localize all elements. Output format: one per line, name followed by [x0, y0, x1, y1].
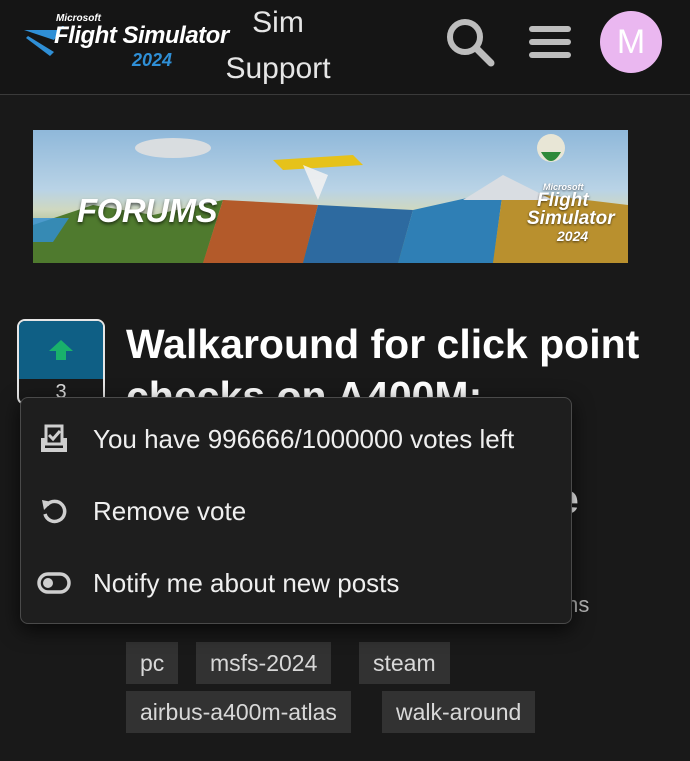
search-icon	[447, 19, 495, 67]
menu-item-votes-left-label: You have 996666/1000000 votes left	[93, 423, 515, 454]
hamburger-menu-icon	[529, 26, 571, 58]
logo-year: 2024	[132, 50, 173, 70]
tag-steam[interactable]: steam	[359, 642, 450, 684]
undo-icon	[37, 494, 71, 528]
vote-button[interactable]	[19, 321, 103, 379]
menu-item-remove-vote[interactable]: Remove vote	[21, 479, 571, 543]
tag-pc[interactable]: pc	[126, 642, 179, 684]
user-avatar[interactable]: M	[600, 11, 662, 73]
ballot-box-icon	[37, 422, 71, 456]
site-header: Microsoft Flight Simulator 2024 Sim Supp…	[0, 0, 690, 95]
tag-msfs-2024[interactable]: msfs-2024	[196, 642, 332, 684]
logo-product: Flight Simulator	[54, 22, 229, 49]
menu-item-notify[interactable]: Notify me about new posts	[21, 551, 571, 615]
banner-logo-line2: Simulator	[527, 208, 615, 229]
tag-walk-around[interactable]: walk-around	[382, 691, 536, 733]
section-title[interactable]: Sim Support	[218, 0, 338, 92]
arrow-up-icon	[49, 340, 73, 360]
menu-item-votes-left[interactable]: You have 996666/1000000 votes left	[21, 407, 571, 471]
site-logo[interactable]: Microsoft Flight Simulator 2024	[24, 12, 229, 74]
vote-widget: 3	[17, 319, 105, 405]
topic-title-line1: Walkaround for click point	[126, 321, 640, 367]
menu-item-remove-vote-label: Remove vote	[93, 495, 247, 526]
menu-item-notify-label: Notify me about new posts	[93, 567, 400, 598]
topic-title[interactable]: Walkaround for click point checks on A40…	[126, 318, 666, 419]
hamburger-menu-button[interactable]	[522, 14, 578, 70]
banner-logo-year: 2024	[557, 228, 589, 244]
tag-airbus-a400m-atlas[interactable]: airbus-a400m-atlas	[126, 691, 351, 733]
search-button[interactable]	[442, 14, 498, 70]
banner-logo: Microsoft Flight Simulator 2024	[501, 182, 615, 252]
toggle-icon	[37, 566, 71, 600]
banner-label: FORUMS	[77, 192, 218, 229]
vote-dropdown-menu: You have 996666/1000000 votes left Remov…	[20, 397, 572, 624]
forums-banner[interactable]: FORUMS Microsoft Flight Simulator 2024	[33, 130, 628, 263]
